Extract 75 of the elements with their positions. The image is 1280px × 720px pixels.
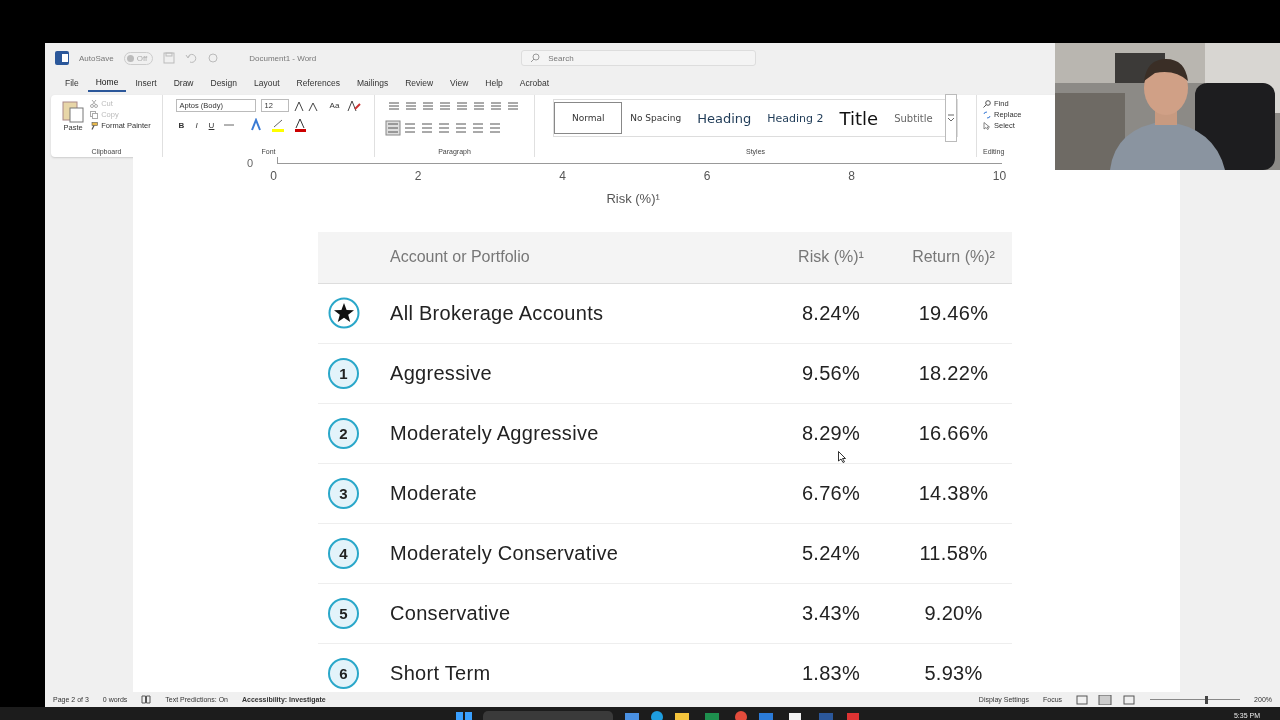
table-cell: 14.38%	[895, 463, 1012, 523]
style-option[interactable]: No Spacing	[622, 102, 690, 134]
start-icon[interactable]	[455, 710, 473, 720]
style-option[interactable]: Normal	[554, 102, 623, 134]
table-cell: 5.24%	[767, 523, 895, 583]
table-cell: 6.76%	[767, 463, 895, 523]
change-case-button[interactable]: Aa	[326, 101, 343, 110]
book-icon[interactable]	[141, 695, 152, 704]
table-cell: 18.22%	[895, 343, 1012, 403]
search-icon	[983, 99, 991, 108]
number-badge: 6	[328, 657, 359, 689]
star-badge-icon	[328, 297, 360, 329]
table-cell: 9.56%	[767, 343, 895, 403]
ribbon-tab[interactable]: Design	[202, 75, 245, 91]
copy-icon	[90, 110, 99, 119]
window-title: Document1 - Word	[249, 53, 317, 63]
number-badge: 2	[328, 417, 359, 449]
table-cell: 9.20%	[895, 583, 1012, 643]
clipboard-icon	[62, 99, 85, 123]
column-header: Return (%)²	[895, 232, 1012, 283]
column-header: Account or Portfolio	[378, 232, 767, 283]
table-cell: Conservative	[378, 583, 767, 643]
ribbon-tab[interactable]: References	[288, 75, 348, 91]
table-cell: 8.24%	[767, 283, 895, 343]
search-field[interactable]: Search	[521, 50, 757, 66]
axis-tick-label: 4	[559, 169, 566, 183]
ribbon-tab[interactable]: Layout	[245, 75, 288, 91]
ribbon-tab[interactable]: File	[57, 75, 87, 91]
axis-tick-label: 0	[270, 169, 277, 183]
axis-tick-label: 2	[414, 169, 422, 183]
axis-tick-label: 6	[703, 169, 711, 183]
zoom-slider-thumb[interactable]	[1204, 695, 1208, 704]
number-badge: 4	[328, 537, 359, 569]
ribbon-tab[interactable]: Draw	[165, 75, 202, 91]
ribbon-tab[interactable]: View	[442, 75, 477, 91]
style-option[interactable]: Title	[831, 102, 887, 134]
ribbon-tab[interactable]: Acrobat	[511, 75, 558, 91]
ribbon-tab[interactable]: Insert	[127, 75, 165, 91]
ribbon-tab[interactable]: Review	[397, 75, 442, 91]
pointer-icon	[983, 121, 991, 130]
format-button[interactable]: I	[192, 120, 201, 130]
table-cell: Aggressive	[378, 343, 767, 403]
ribbon-tab[interactable]: Mailings	[348, 75, 397, 91]
table-cell: 11.58%	[895, 523, 1012, 583]
number-badge: 1	[328, 357, 359, 389]
autosave-label: AutoSave	[79, 53, 114, 63]
style-option[interactable]: Subtitle	[886, 102, 941, 134]
style-option[interactable]: Heading	[689, 102, 760, 134]
format-button[interactable]: B	[175, 120, 188, 130]
number-badge: 5	[328, 597, 359, 629]
table-cell: Moderately Conservative	[378, 523, 767, 583]
word-logo-icon	[55, 51, 69, 65]
replace-icon	[983, 110, 991, 119]
mouse-pointer-icon	[838, 451, 846, 463]
style-option[interactable]: Heading 2	[759, 102, 832, 134]
axis-title: Risk (%)¹	[606, 191, 660, 206]
ribbon-tab[interactable]: Help	[477, 75, 511, 91]
table-cell: 3.43%	[767, 583, 895, 643]
clear-format-icon[interactable]	[347, 99, 362, 112]
brush-icon	[90, 121, 99, 130]
table-cell: All Brokerage Accounts	[378, 283, 767, 343]
column-header: Risk (%)¹	[767, 232, 895, 283]
table-cell: 16.66%	[895, 403, 1012, 463]
format-button[interactable]: U	[205, 120, 218, 130]
number-badge: 3	[328, 477, 359, 509]
scissors-icon	[90, 99, 99, 108]
table-cell: Moderately Aggressive	[378, 403, 767, 463]
axis-tick-label: 8	[848, 169, 855, 183]
axis-tick-label: 10	[992, 169, 1007, 183]
table-cell: 19.46%	[895, 283, 1012, 343]
search-icon	[530, 53, 541, 63]
view-mode-icon[interactable]	[1076, 694, 1137, 705]
axis-tick-label: 0	[247, 157, 254, 169]
ribbon-tab[interactable]: Home	[87, 74, 127, 92]
table-cell: Moderate	[378, 463, 767, 523]
